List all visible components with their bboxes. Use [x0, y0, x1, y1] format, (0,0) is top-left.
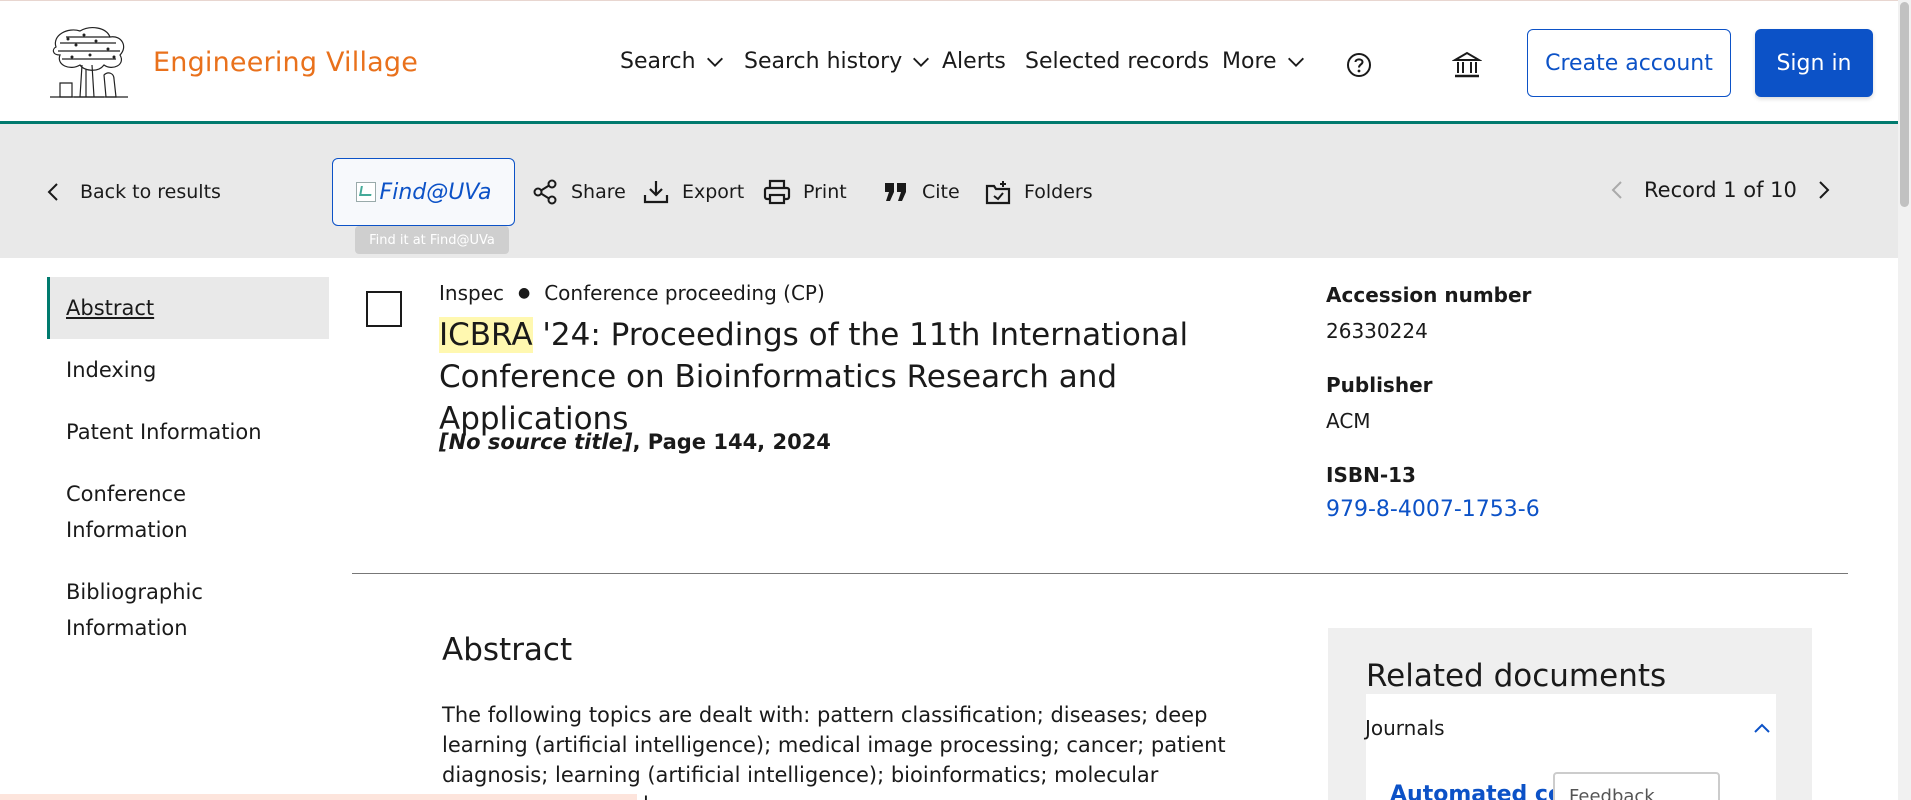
find-at-uva-label: Find@UVa [379, 179, 492, 205]
share-button[interactable]: Share [531, 178, 626, 206]
sign-in-button[interactable]: Sign in [1755, 29, 1873, 97]
section-nav-conference-information[interactable]: Conference Information [47, 463, 329, 561]
nav-search[interactable]: Search [620, 49, 726, 74]
source-details: , Page 144, 2024 [632, 430, 831, 454]
download-icon [643, 181, 669, 204]
bottom-banner-edge [0, 794, 637, 800]
chevron-down-icon [913, 57, 930, 67]
find-at-uva-button[interactable]: Find@UVa [332, 158, 515, 226]
print-button[interactable]: Print [763, 178, 847, 206]
site-header: Engineering Village Search Search histor… [0, 0, 1898, 124]
find-tooltip: Find it at Find@UVa [355, 226, 509, 254]
separator-dot: ● [518, 285, 531, 301]
source-title: [No source title] [439, 430, 633, 454]
related-document-link[interactable]: Automated co [1390, 782, 1563, 800]
isbn-link[interactable]: 979-8-4007-1753-6 [1326, 497, 1540, 522]
chevron-left-icon[interactable] [1606, 178, 1630, 202]
section-nav: Abstract Indexing Patent Information Con… [47, 277, 329, 659]
nav-search-label: Search [620, 49, 696, 74]
nav-selected-records-label: Selected records [1025, 49, 1210, 74]
nav-alerts-label: Alerts [942, 49, 1006, 74]
publisher-label: Publisher [1326, 373, 1433, 397]
accession-label: Accession number [1326, 283, 1532, 307]
record-title: ICBRA '24: Proceedings of the 11th Inter… [439, 314, 1259, 440]
brand-name[interactable]: Engineering Village [153, 47, 418, 78]
quote-icon [885, 183, 906, 201]
record-source: [No source title], Page 144, 2024 [439, 430, 831, 454]
create-account-button[interactable]: Create account [1527, 29, 1731, 97]
back-to-results-label: Back to results [80, 181, 221, 203]
cite-button[interactable]: Cite [882, 178, 960, 206]
broken-image-icon [355, 182, 376, 202]
export-button[interactable]: Export [642, 178, 744, 206]
related-journals-label[interactable]: Journals [1365, 716, 1445, 740]
nav-more-label: More [1222, 49, 1277, 74]
section-nav-abstract[interactable]: Abstract [47, 277, 329, 339]
folder-add-icon [985, 181, 1011, 205]
section-nav-indexing[interactable]: Indexing [47, 339, 329, 401]
nav-search-history[interactable]: Search history [744, 49, 932, 74]
printer-icon [763, 179, 791, 205]
abstract-heading: Abstract [442, 632, 573, 668]
nav-alerts[interactable]: Alerts [942, 49, 1006, 74]
section-divider [352, 573, 1848, 574]
chevron-up-icon[interactable] [1750, 716, 1774, 740]
document-type: Conference proceeding (CP) [544, 281, 825, 305]
nav-search-history-label: Search history [744, 49, 903, 74]
chevron-down-icon [706, 57, 723, 67]
feedback-button[interactable]: Feedback [1553, 772, 1720, 800]
nav-selected-records[interactable]: Selected records [1025, 49, 1209, 74]
share-icon [533, 179, 557, 205]
institution-button[interactable] [1449, 47, 1485, 83]
cite-label: Cite [922, 181, 960, 203]
institution-icon [1452, 51, 1482, 78]
database-name: Inspec [439, 281, 504, 305]
section-nav-bibliographic-information[interactable]: Bibliographic Information [47, 561, 247, 659]
abstract-text: The following topics are dealt with: pat… [442, 703, 1226, 800]
export-label: Export [682, 181, 745, 203]
elsevier-tree-logo[interactable] [46, 25, 132, 101]
record-meta: Inspec ● Conference proceeding (CP) [439, 281, 825, 305]
print-label: Print [803, 181, 847, 203]
feedback-label: Feedback [1569, 786, 1655, 800]
record-position: Record 1 of 10 [1644, 178, 1797, 202]
record-pagination: Record 1 of 10 [1606, 178, 1835, 202]
chevron-left-icon [47, 183, 58, 201]
title-text: '24: Proceedings of the 11th Internation… [439, 317, 1189, 437]
title-highlight: ICBRA [439, 317, 533, 353]
accession-value: 26330224 [1326, 319, 1428, 343]
related-documents-heading: Related documents [1366, 658, 1667, 694]
folders-button[interactable]: Folders [984, 178, 1093, 206]
folders-label: Folders [1024, 181, 1093, 203]
chevron-down-icon [1287, 57, 1304, 67]
help-button[interactable] [1341, 47, 1377, 83]
page-scrollbar[interactable] [1898, 0, 1911, 800]
select-record-checkbox[interactable] [366, 291, 402, 327]
back-to-results-link[interactable]: Back to results [40, 178, 221, 206]
scrollbar-thumb[interactable] [1900, 2, 1909, 207]
share-label: Share [571, 181, 626, 203]
publisher-value: ACM [1326, 409, 1371, 433]
chevron-right-icon[interactable] [1811, 178, 1835, 202]
help-icon [1347, 53, 1371, 77]
isbn-label: ISBN-13 [1326, 463, 1416, 487]
section-nav-patent-information[interactable]: Patent Information [47, 401, 329, 463]
nav-more[interactable]: More [1222, 49, 1307, 74]
